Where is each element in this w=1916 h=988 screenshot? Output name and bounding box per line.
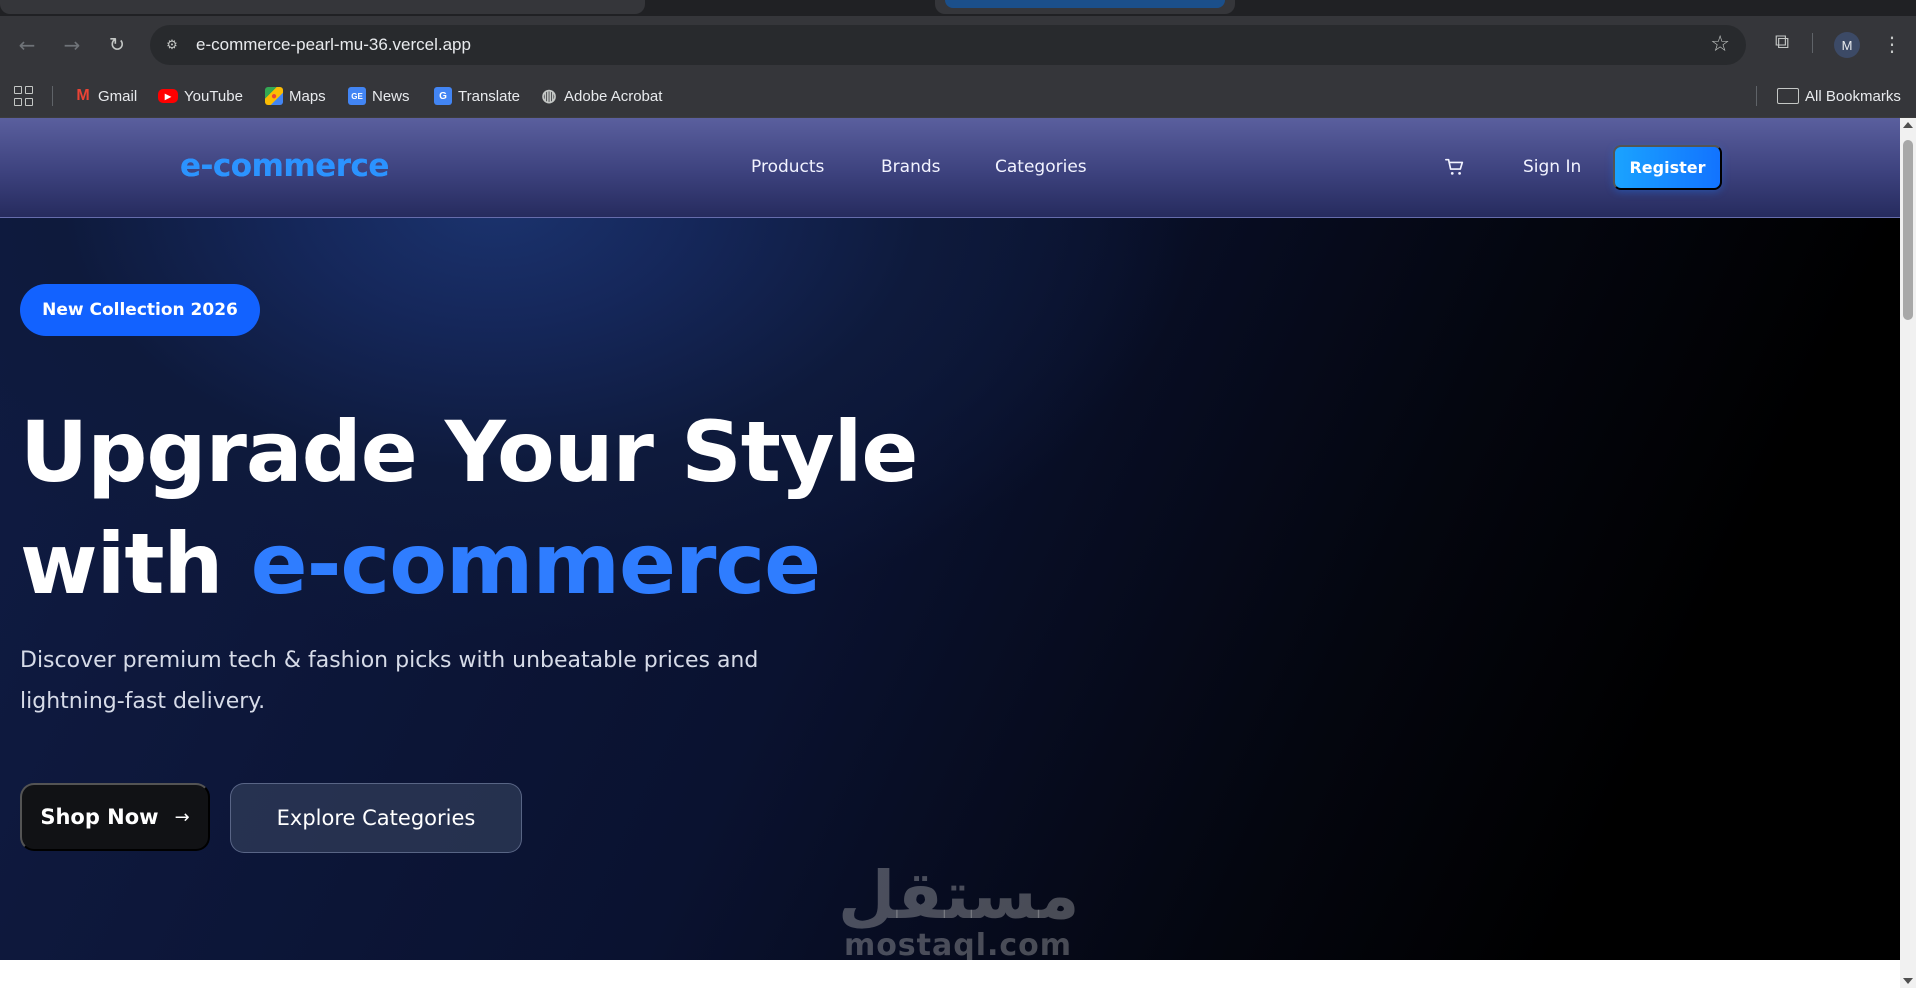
arrow-right-icon: → bbox=[174, 806, 190, 828]
bookmarks-divider bbox=[52, 86, 53, 106]
apps-grid-icon[interactable] bbox=[14, 86, 34, 106]
maps-icon: ● bbox=[265, 87, 283, 105]
bookmark-youtube[interactable]: ▶ YouTube bbox=[158, 74, 243, 118]
news-icon: GE bbox=[348, 87, 366, 105]
bookmarks-divider bbox=[1756, 86, 1757, 106]
page-viewport: e-commerce Products Brands Categories Si… bbox=[0, 118, 1900, 960]
all-bookmarks-button[interactable]: All Bookmarks bbox=[1777, 74, 1901, 118]
browser-tab[interactable] bbox=[0, 0, 645, 14]
bookmark-label: Adobe Acrobat bbox=[564, 87, 663, 105]
site-info-icon[interactable]: ⚙ bbox=[162, 35, 182, 55]
gmail-icon: M bbox=[76, 87, 90, 104]
new-collection-badge: New Collection 2026 bbox=[20, 284, 260, 336]
youtube-icon: ▶ bbox=[158, 89, 178, 103]
bookmark-star-icon[interactable]: ☆ bbox=[1710, 32, 1730, 57]
headline-line-2-prefix: with bbox=[20, 515, 251, 613]
forward-arrow-icon[interactable]: → bbox=[57, 30, 87, 60]
back-arrow-icon[interactable]: ← bbox=[12, 30, 42, 60]
bookmark-label: Maps bbox=[289, 87, 326, 105]
shop-now-button[interactable]: Shop Now → bbox=[20, 783, 210, 851]
scrollbar-thumb[interactable] bbox=[1903, 140, 1913, 320]
cart-icon[interactable] bbox=[1444, 156, 1466, 178]
watermark-latin: mostaql.com bbox=[843, 928, 1073, 960]
bookmark-gmail[interactable]: M Gmail bbox=[74, 74, 137, 118]
register-button[interactable]: Register bbox=[1613, 145, 1722, 190]
folder-icon bbox=[1777, 88, 1799, 104]
hero-subtitle: Discover premium tech & fashion picks wi… bbox=[20, 648, 759, 714]
shop-now-label: Shop Now bbox=[40, 805, 159, 829]
address-bar[interactable]: ⚙ e-commerce-pearl-mu-36.vercel.app ☆ bbox=[150, 25, 1746, 65]
url-text[interactable]: e-commerce-pearl-mu-36.vercel.app bbox=[196, 35, 471, 55]
bookmark-label: News bbox=[372, 87, 410, 105]
tab-group-indicator bbox=[945, 0, 1225, 8]
toolbar-divider bbox=[1812, 33, 1813, 53]
reload-icon[interactable]: ↻ bbox=[102, 30, 132, 60]
all-bookmarks-label: All Bookmarks bbox=[1805, 87, 1901, 105]
bookmark-label: Translate bbox=[458, 87, 520, 105]
headline-accent: e-commerce bbox=[250, 515, 822, 613]
page-next-section bbox=[0, 960, 1900, 988]
extensions-puzzle-icon[interactable]: ⧉ bbox=[1768, 27, 1796, 55]
site-logo[interactable]: e-commerce bbox=[180, 148, 389, 184]
browser-toolbar: ← → ↻ ⚙ e-commerce-pearl-mu-36.vercel.ap… bbox=[0, 16, 1916, 74]
bookmarks-bar: M Gmail ▶ YouTube ● Maps GE News G Trans… bbox=[0, 74, 1916, 118]
kebab-menu-icon[interactable]: ⋮ bbox=[1882, 30, 1902, 58]
site-header: e-commerce Products Brands Categories Si… bbox=[0, 118, 1900, 218]
sign-in-link[interactable]: Sign In bbox=[1523, 157, 1581, 177]
tab-strip bbox=[0, 0, 1916, 16]
bookmark-maps[interactable]: ● Maps bbox=[265, 74, 326, 118]
bookmark-news[interactable]: GE News bbox=[348, 74, 410, 118]
translate-icon: G bbox=[434, 87, 452, 105]
profile-avatar[interactable]: M bbox=[1834, 32, 1860, 58]
bookmark-adobe-acrobat[interactable]: ◍ Adobe Acrobat bbox=[540, 74, 663, 118]
watermark-arabic: مستقل bbox=[838, 857, 1080, 934]
bookmark-translate[interactable]: G Translate bbox=[434, 74, 520, 118]
page-scrollbar[interactable] bbox=[1900, 118, 1916, 988]
scroll-up-arrow-icon[interactable] bbox=[1903, 122, 1913, 128]
acrobat-icon: ◍ bbox=[541, 86, 557, 105]
browser-tab[interactable] bbox=[935, 0, 1235, 14]
nav-categories-link[interactable]: Categories bbox=[995, 157, 1087, 177]
bookmark-label: YouTube bbox=[184, 87, 243, 105]
bookmark-label: Gmail bbox=[98, 87, 138, 105]
explore-categories-button[interactable]: Explore Categories bbox=[230, 783, 522, 853]
scroll-down-arrow-icon[interactable] bbox=[1903, 978, 1913, 984]
headline-line-1: Upgrade Your Style bbox=[20, 403, 918, 501]
nav-brands-link[interactable]: Brands bbox=[881, 157, 941, 177]
hero-headline: Upgrade Your Style with e-commerce bbox=[20, 396, 918, 620]
nav-products-link[interactable]: Products bbox=[751, 157, 824, 177]
